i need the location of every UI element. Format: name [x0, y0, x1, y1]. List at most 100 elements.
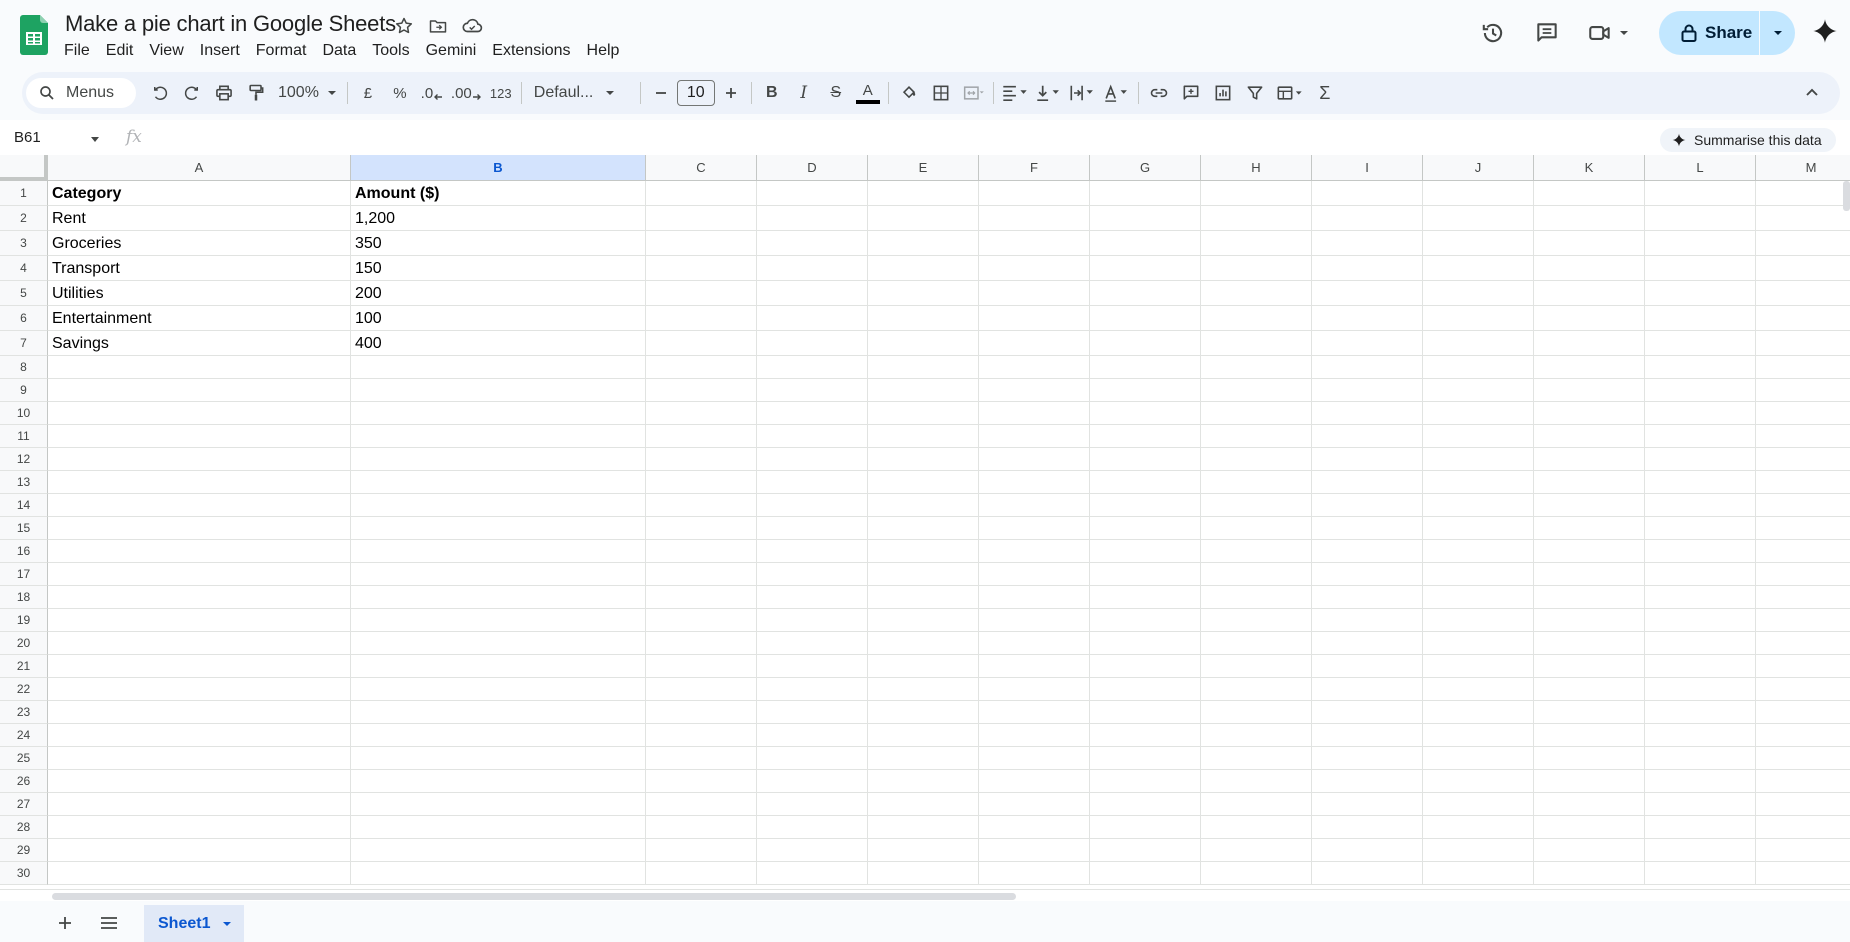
row-header-4[interactable]: 4	[0, 256, 48, 281]
row-header-26[interactable]: 26	[0, 770, 48, 793]
cell-b3[interactable]: 350	[351, 231, 646, 256]
borders-icon[interactable]	[925, 78, 957, 108]
cell-b2[interactable]: 1,200	[351, 206, 646, 231]
version-history-icon[interactable]	[1470, 10, 1516, 56]
horizontal-scrollbar[interactable]	[52, 893, 1016, 900]
spreadsheet-grid[interactable]: ABCDEFGHIJKLM 1 2 3 4 5 6 7 8 9 10 11 12 13 14 15 16 17 1…	[0, 155, 1850, 889]
row-header-3[interactable]: 3	[0, 231, 48, 256]
insert-chart-icon[interactable]	[1207, 78, 1239, 108]
cell-a4[interactable]: Transport	[48, 256, 351, 281]
row-header-1[interactable]: 1	[0, 181, 48, 206]
row-header-28[interactable]: 28	[0, 816, 48, 839]
row-header-14[interactable]: 14	[0, 494, 48, 517]
column-header-c[interactable]: C	[646, 155, 757, 181]
decrease-font-size-icon[interactable]	[645, 78, 677, 108]
cell-a6[interactable]: Entertainment	[48, 306, 351, 331]
collapse-toolbar-icon[interactable]	[1796, 78, 1828, 108]
row-header-7[interactable]: 7	[0, 331, 48, 356]
row-header-25[interactable]: 25	[0, 747, 48, 770]
zoom-select[interactable]: 100%	[272, 84, 343, 102]
column-header-b[interactable]: B	[351, 155, 646, 181]
insert-link-icon[interactable]	[1143, 78, 1175, 108]
row-header-17[interactable]: 17	[0, 563, 48, 586]
row-header-5[interactable]: 5	[0, 281, 48, 306]
column-header-f[interactable]: F	[979, 155, 1090, 181]
row-header-15[interactable]: 15	[0, 517, 48, 540]
cell-a3[interactable]: Groceries	[48, 231, 351, 256]
cell-b7[interactable]: 400	[351, 331, 646, 356]
menu-file[interactable]: File	[56, 40, 98, 62]
functions-button[interactable]: Σ	[1309, 78, 1341, 108]
cell-b1[interactable]: Amount ($)	[351, 181, 646, 206]
sheet-tab-sheet1[interactable]: Sheet1	[144, 905, 244, 942]
menu-tools[interactable]: Tools	[364, 40, 417, 62]
cell-b4[interactable]: 150	[351, 256, 646, 281]
row-header-20[interactable]: 20	[0, 632, 48, 655]
text-rotation-icon[interactable]	[1100, 78, 1134, 108]
row-header-9[interactable]: 9	[0, 379, 48, 402]
document-title[interactable]: Make a pie chart in Google Sheets	[65, 11, 396, 37]
move-folder-icon[interactable]	[426, 14, 450, 38]
redo-icon[interactable]	[176, 78, 208, 108]
column-header-j[interactable]: J	[1423, 155, 1534, 181]
vertical-scrollbar[interactable]	[1843, 181, 1850, 211]
font-select[interactable]: Defaul...	[526, 84, 636, 102]
row-header-24[interactable]: 24	[0, 724, 48, 747]
row-header-22[interactable]: 22	[0, 678, 48, 701]
paint-format-icon[interactable]	[240, 78, 272, 108]
gemini-sparkle-icon[interactable]	[1812, 18, 1838, 44]
menu-data[interactable]: Data	[314, 40, 364, 62]
increase-font-size-icon[interactable]	[715, 78, 747, 108]
row-header-29[interactable]: 29	[0, 839, 48, 862]
column-header-d[interactable]: D	[757, 155, 868, 181]
column-header-h[interactable]: H	[1201, 155, 1312, 181]
font-size-input[interactable]: 10	[676, 80, 715, 106]
row-header-18[interactable]: 18	[0, 586, 48, 609]
menu-gemini[interactable]: Gemini	[418, 40, 485, 62]
text-wrapping-icon[interactable]	[1066, 78, 1100, 108]
column-header-k[interactable]: K	[1534, 155, 1645, 181]
text-color-button[interactable]: A	[852, 78, 884, 108]
row-header-23[interactable]: 23	[0, 701, 48, 724]
row-header-30[interactable]: 30	[0, 862, 48, 885]
name-box[interactable]: B61	[14, 129, 41, 146]
cell-a5[interactable]: Utilities	[48, 281, 351, 306]
italic-button[interactable]: I	[788, 78, 820, 108]
bold-button[interactable]: B	[756, 78, 788, 108]
cell-a1[interactable]: Category	[48, 181, 351, 206]
currency-format-button[interactable]: £	[352, 78, 384, 108]
print-icon[interactable]	[208, 78, 240, 108]
chevron-down-icon[interactable]	[90, 136, 100, 144]
column-header-e[interactable]: E	[868, 155, 979, 181]
row-header-2[interactable]: 2	[0, 206, 48, 231]
row-header-19[interactable]: 19	[0, 609, 48, 632]
column-header-a[interactable]: A	[48, 155, 351, 181]
horizontal-align-icon[interactable]	[998, 78, 1032, 108]
fill-color-icon[interactable]	[893, 78, 925, 108]
all-sheets-menu-icon[interactable]	[97, 911, 121, 935]
share-button[interactable]: Share	[1659, 11, 1759, 55]
search-menus-input[interactable]: Menus	[26, 78, 136, 108]
add-sheet-icon[interactable]	[53, 911, 77, 935]
cell-a2[interactable]: Rent	[48, 206, 351, 231]
cell-b5[interactable]: 200	[351, 281, 646, 306]
insert-comment-icon[interactable]	[1175, 78, 1207, 108]
menu-insert[interactable]: Insert	[192, 40, 248, 62]
column-header-l[interactable]: L	[1645, 155, 1756, 181]
cell-b6[interactable]: 100	[351, 306, 646, 331]
row-header-16[interactable]: 16	[0, 540, 48, 563]
summarise-data-button[interactable]: Summarise this data	[1660, 128, 1836, 152]
menu-format[interactable]: Format	[248, 40, 315, 62]
decrease-decimal-button[interactable]: .0	[416, 78, 448, 108]
menu-extensions[interactable]: Extensions	[484, 40, 578, 62]
select-all-corner[interactable]	[0, 155, 48, 181]
sheets-logo-icon[interactable]	[20, 15, 48, 55]
more-formats-button[interactable]: 123	[485, 78, 517, 108]
cell-a7[interactable]: Savings	[48, 331, 351, 356]
increase-decimal-button[interactable]: .00	[448, 78, 485, 108]
menu-view[interactable]: View	[141, 40, 191, 62]
column-header-g[interactable]: G	[1090, 155, 1201, 181]
strikethrough-button[interactable]: S	[820, 78, 852, 108]
column-header-i[interactable]: I	[1312, 155, 1423, 181]
share-options-button[interactable]	[1760, 11, 1795, 55]
